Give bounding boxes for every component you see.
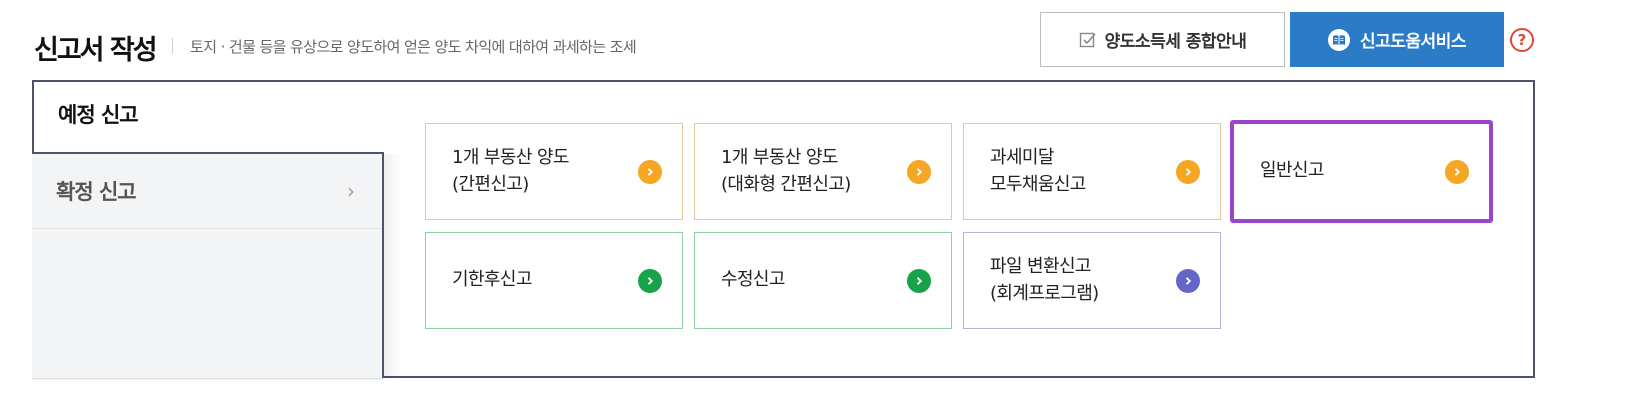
card-interactive-simple-filing[interactable]: 1개 부동산 양도 (대화형 간편신고) [694, 123, 952, 220]
tab-label: 예정 신고 [58, 102, 139, 127]
tab-scheduled-filing[interactable]: 예정 신고 [32, 80, 384, 153]
card-label: 1개 부동산 양도 (간편신고) [452, 147, 569, 195]
card-amended-filing[interactable]: 수정신고 [694, 232, 952, 329]
sidebar-divider [32, 378, 384, 379]
title-divider [172, 38, 173, 54]
card-simple-filing[interactable]: 1개 부동산 양도 (간편신고) [425, 123, 683, 220]
chevron-right-icon [638, 159, 662, 184]
book-icon [1328, 28, 1350, 51]
card-label: 파일 변환신고 (회계프로그램) [990, 256, 1099, 304]
chevron-right-icon [1176, 159, 1200, 184]
tab-final-filing[interactable]: 확정 신고 › [32, 154, 384, 229]
card-late-filing[interactable]: 기한후신고 [425, 232, 683, 329]
tab-active-divider [32, 152, 384, 154]
card-label: 1개 부동산 양도 (대화형 간편신고) [721, 147, 851, 195]
chevron-right-icon [638, 268, 662, 293]
page-subtitle: 토지 · 건물 등을 유상으로 양도하여 얻은 양도 차익에 대하여 과세하는 … [190, 38, 637, 56]
tax-guide-button[interactable]: 양도소득세 종합안내 [1040, 12, 1285, 67]
chevron-right-icon [907, 159, 931, 184]
card-general-filing[interactable]: 일반신고 [1230, 120, 1493, 223]
card-file-conversion-filing[interactable]: 파일 변환신고 (회계프로그램) [963, 232, 1221, 329]
chevron-right-icon: › [347, 179, 355, 203]
question-circle-icon[interactable]: ? [1510, 28, 1534, 52]
filing-help-service-button[interactable]: 신고도움서비스 [1290, 12, 1504, 67]
card-prefilled-filing[interactable]: 과세미달 모두채움신고 [963, 123, 1221, 220]
chevron-right-icon [1445, 159, 1469, 184]
chevron-right-icon [907, 268, 931, 293]
page-title: 신고서 작성 [34, 35, 158, 66]
card-label: 일반신고 [1260, 160, 1324, 182]
checkbox-edit-icon [1079, 32, 1096, 47]
filing-help-service-label: 신고도움서비스 [1360, 32, 1466, 52]
tab-label: 확정 신고 [56, 180, 137, 204]
card-label: 수정신고 [721, 269, 785, 291]
panel-shadow [384, 154, 402, 378]
tax-guide-label: 양도소득세 종합안내 [1104, 32, 1247, 52]
card-label: 기한후신고 [452, 269, 532, 291]
filing-page: 신고서 작성 토지 · 건물 등을 유상으로 양도하여 얻은 양도 차익에 대하… [0, 0, 1649, 413]
card-label: 과세미달 모두채움신고 [990, 147, 1086, 195]
chevron-right-icon [1176, 268, 1200, 293]
